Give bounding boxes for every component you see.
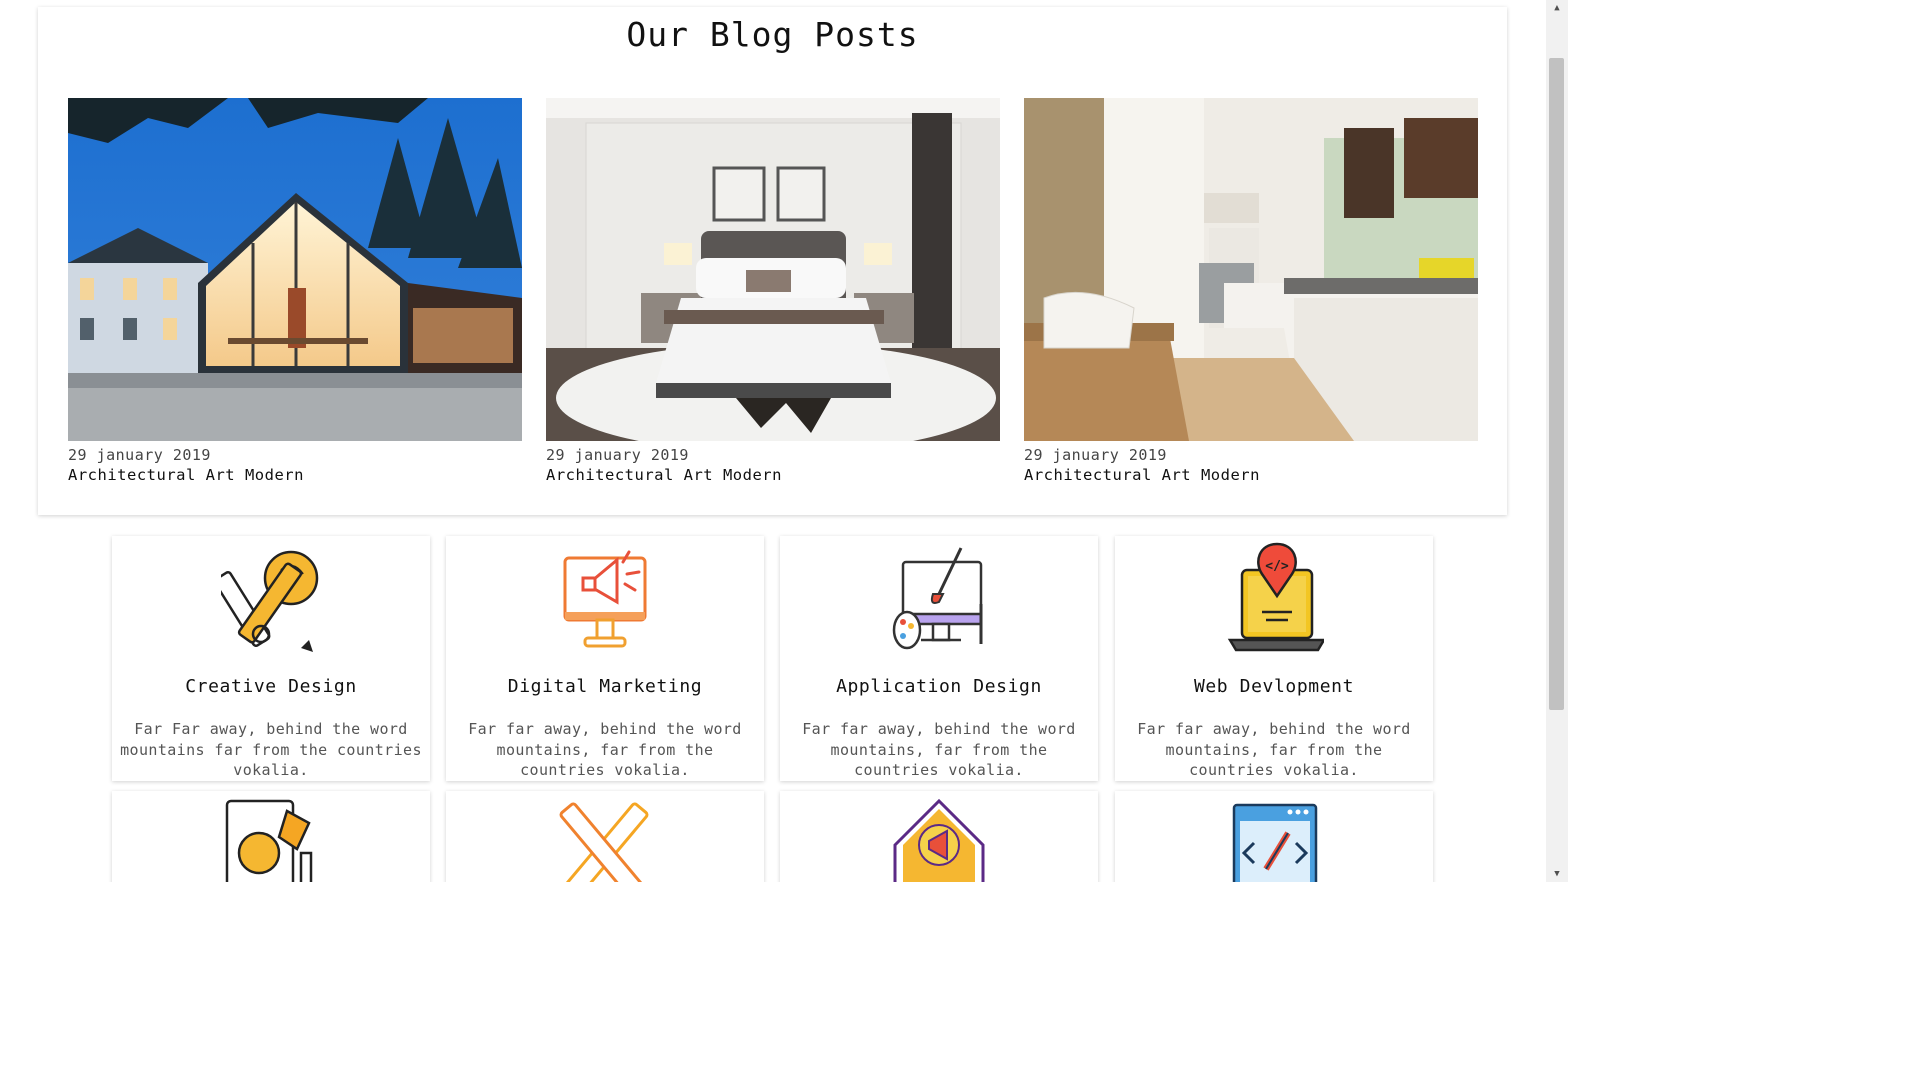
scroll-up-arrow-icon[interactable]: ▲ [1546, 0, 1568, 16]
service-description: Far far away, behind the word mountains,… [1137, 720, 1411, 779]
scroll-down-arrow-icon[interactable]: ▼ [1546, 866, 1568, 882]
blog-post-image-glass-house[interactable] [68, 98, 522, 441]
blog-post-image-kitchen[interactable] [1024, 98, 1478, 441]
blog-post-image-bedroom[interactable] [546, 98, 1000, 441]
blog-post-card[interactable]: 29 january 2019 Architectural Art Modern [546, 98, 1000, 484]
blog-section-title: Our Blog Posts [626, 15, 919, 54]
blog-post-card[interactable]: 29 january 2019 Architectural Art Modern [1024, 98, 1478, 484]
service-description: Far Far away, behind the word mountains … [120, 720, 422, 779]
envelope-megaphone-icon [893, 798, 985, 882]
blog-section: Our Blog Posts 29 january 2019 Architect… [38, 7, 1507, 515]
service-title: Digital Marketing [507, 676, 703, 697]
service-title: Web Devlopment [1193, 676, 1355, 697]
blog-post-card[interactable]: 29 january 2019 Architectural Art Modern [68, 98, 522, 484]
blog-post-date: 29 january 2019 [1024, 446, 1167, 464]
service-card[interactable] [1115, 791, 1433, 882]
vertical-scrollbar[interactable]: ▲ ▼ [1546, 0, 1568, 882]
service-card[interactable] [780, 791, 1098, 882]
blog-post-title[interactable]: Architectural Art Modern [546, 466, 1000, 484]
monitor-megaphone-icon [563, 550, 647, 648]
blog-post-title[interactable]: Architectural Art Modern [68, 466, 522, 484]
pencil-ruler-bulb-icon [221, 550, 319, 652]
service-description: Far far away, behind the word mountains,… [468, 720, 742, 779]
blog-post-date: 29 january 2019 [546, 446, 689, 464]
service-card[interactable] [446, 791, 764, 882]
service-card-application-design[interactable]: Application Design Far far away, behind … [780, 536, 1098, 781]
service-title: Application Design [836, 676, 1042, 697]
service-card-creative-design[interactable]: Creative Design Far Far away, behind the… [112, 536, 430, 781]
monitor-palette-brush-icon [892, 547, 983, 650]
service-card-digital-marketing[interactable]: Digital Marketing Far far away, behind t… [446, 536, 764, 781]
service-description: Far far away, behind the word mountains,… [802, 720, 1076, 779]
blog-post-title[interactable]: Architectural Art Modern [1024, 466, 1478, 484]
document-bulb-tag-icon [225, 799, 313, 882]
blog-post-date: 29 january 2019 [68, 446, 211, 464]
laptop-code-icon: </> [1227, 542, 1324, 652]
scrollbar-thumb[interactable] [1549, 58, 1564, 710]
browser-code-pencil-icon [1232, 803, 1318, 882]
service-card-web-devlopment[interactable]: </> Web Devlopment Far far away, behind … [1115, 536, 1433, 781]
page-viewport: Our Blog Posts 29 january 2019 Architect… [0, 0, 1568, 882]
service-card[interactable] [112, 791, 430, 882]
svg-text:</>: </> [1265, 559, 1289, 574]
pencil-ruler-cross-icon [559, 802, 649, 882]
service-title: Creative Design [185, 676, 357, 697]
